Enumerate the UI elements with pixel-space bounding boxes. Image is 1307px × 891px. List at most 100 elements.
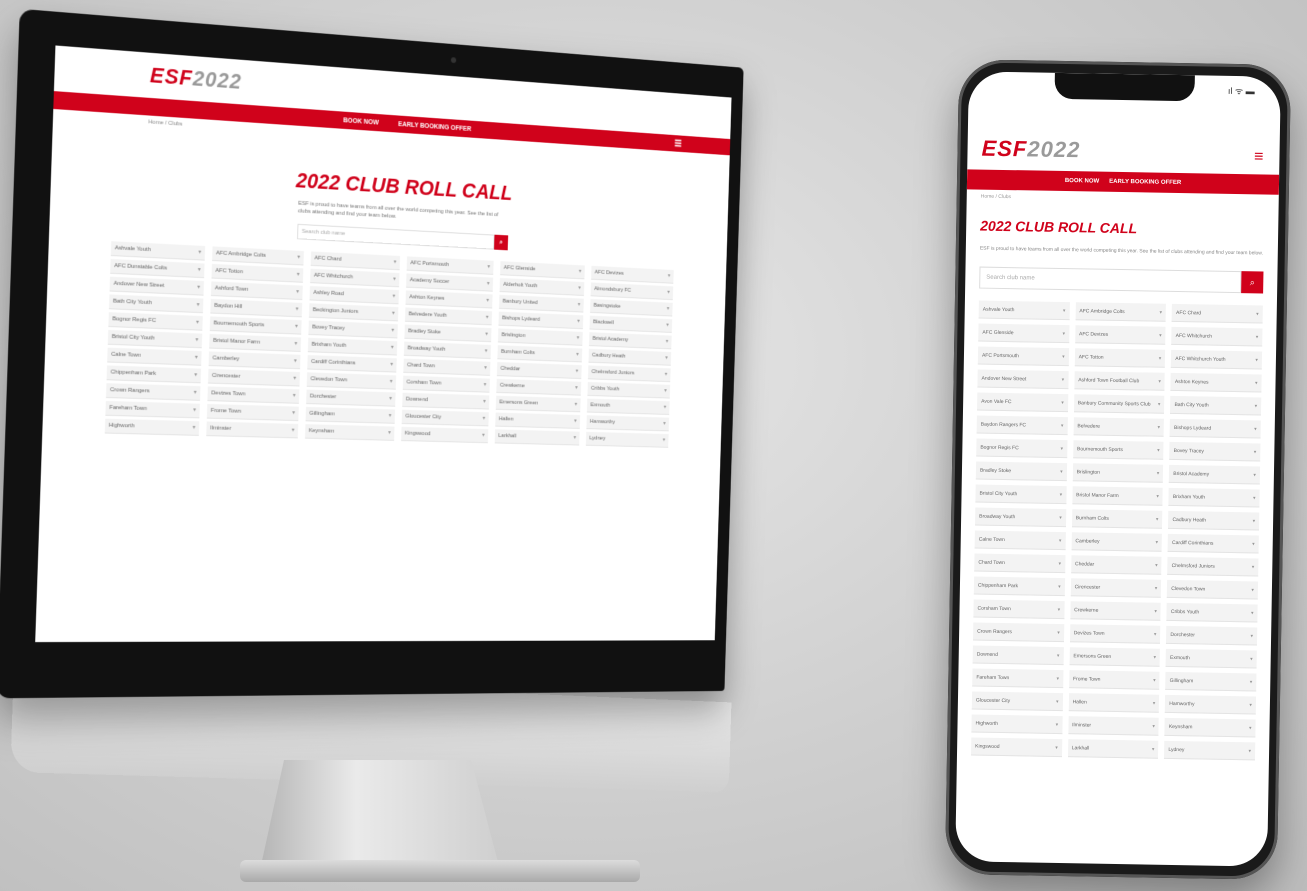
club-dropdown-item[interactable]: Chard Town ▾ xyxy=(403,358,491,376)
club-dropdown-item[interactable]: Belvedere Youth ▾ xyxy=(404,307,493,325)
search-icon[interactable]: ⌕ xyxy=(494,234,509,250)
club-dropdown-item[interactable]: Lydney ▾ xyxy=(1164,740,1256,761)
search-input[interactable]: Search club name xyxy=(297,223,495,250)
club-dropdown-item[interactable]: Keynsham ▾ xyxy=(304,423,395,441)
club-dropdown-item[interactable]: Devizes Town ▾ xyxy=(207,386,300,404)
club-dropdown-item[interactable]: Dorchester ▾ xyxy=(1166,625,1258,646)
club-dropdown-item[interactable]: AFC Ambridge Colts ▾ xyxy=(212,246,304,266)
club-dropdown-item[interactable]: Almondsbury FC ▾ xyxy=(590,282,674,300)
club-dropdown-item[interactable]: AFC Devizes ▾ xyxy=(591,265,674,284)
nav-book-now[interactable]: BOOK NOW xyxy=(1065,178,1099,185)
club-dropdown-item[interactable]: Andover New Street ▾ xyxy=(109,276,204,296)
nav-book-now[interactable]: BOOK NOW xyxy=(343,117,379,126)
club-dropdown-item[interactable]: Hamworthy ▾ xyxy=(586,414,670,431)
club-dropdown-item[interactable]: Bristol City Youth ▾ xyxy=(107,329,203,348)
club-dropdown-item[interactable]: Gillingham ▾ xyxy=(1165,671,1257,692)
club-dropdown-item[interactable]: Chelmsford Juniors ▾ xyxy=(587,365,671,382)
club-dropdown-item[interactable]: Corsham Town ▾ xyxy=(402,375,490,393)
club-dropdown-item[interactable]: Alderholt Youth ▾ xyxy=(499,277,585,296)
club-dropdown-item[interactable]: Blackwell ▾ xyxy=(589,315,673,333)
club-dropdown-item[interactable]: Hallen ▾ xyxy=(495,412,581,429)
club-dropdown-item[interactable]: AFC Glenside ▾ xyxy=(978,323,1070,344)
club-dropdown-item[interactable]: Cardiff Corinthians ▾ xyxy=(307,354,397,373)
club-dropdown-item[interactable]: Bristol City Youth ▾ xyxy=(975,484,1067,505)
club-dropdown-item[interactable]: Bishops Lydeard ▾ xyxy=(1169,418,1261,439)
club-dropdown-item[interactable]: Belvedere ▾ xyxy=(1073,417,1165,437)
club-dropdown-item[interactable]: AFC Whitchurch ▾ xyxy=(1171,326,1263,347)
club-dropdown-item[interactable]: Keynsham ▾ xyxy=(1164,717,1256,738)
club-dropdown-item[interactable]: Camberley ▾ xyxy=(1071,532,1163,552)
club-dropdown-item[interactable]: AFC Devizes ▾ xyxy=(1074,325,1166,345)
club-dropdown-item[interactable]: Cheddar ▾ xyxy=(1070,555,1162,575)
club-dropdown-item[interactable]: Larkhall ▾ xyxy=(494,428,580,446)
club-dropdown-item[interactable]: Ashvale Youth ▾ xyxy=(110,240,206,261)
club-dropdown-item[interactable]: AFC Chard ▾ xyxy=(310,251,401,270)
club-dropdown-item[interactable]: Larkhall ▾ xyxy=(1067,739,1159,759)
club-dropdown-item[interactable]: Bournemouth Sports ▾ xyxy=(209,316,302,335)
club-dropdown-item[interactable]: Calne Town ▾ xyxy=(974,530,1066,551)
club-dropdown-item[interactable]: Andover New Street ▾ xyxy=(977,369,1069,390)
club-dropdown-item[interactable]: Fareham Town ▾ xyxy=(105,400,200,418)
hamburger-icon[interactable]: ☰ xyxy=(674,138,682,149)
club-dropdown-item[interactable]: Bath City Youth ▾ xyxy=(108,294,204,313)
club-dropdown-item[interactable]: Exmouth ▾ xyxy=(1165,648,1257,669)
club-dropdown-item[interactable]: Hallen ▾ xyxy=(1068,693,1160,713)
club-dropdown-item[interactable]: Gloucester City ▾ xyxy=(401,409,489,426)
club-dropdown-item[interactable]: Clevedon Town ▾ xyxy=(1167,579,1259,600)
club-dropdown-item[interactable]: Ashford Town ▾ xyxy=(210,281,303,300)
club-dropdown-item[interactable]: Chard Town ▾ xyxy=(974,553,1066,574)
club-dropdown-item[interactable]: Brixham Youth ▾ xyxy=(1168,487,1260,508)
club-dropdown-item[interactable]: Baydon Rangers FC ▾ xyxy=(976,415,1068,436)
club-dropdown-item[interactable]: Corsham Town ▾ xyxy=(973,599,1065,620)
club-dropdown-item[interactable]: Burnham Colts ▾ xyxy=(497,344,583,363)
site-logo[interactable]: ESF2022 xyxy=(150,63,243,95)
club-dropdown-item[interactable]: AFC Whitchurch Youth ▾ xyxy=(1171,349,1263,370)
club-dropdown-item[interactable]: Cribbs Youth ▾ xyxy=(1166,602,1258,623)
club-dropdown-item[interactable]: Camberley ▾ xyxy=(208,351,301,369)
club-dropdown-item[interactable]: Beckington Juniors ▾ xyxy=(308,302,399,321)
club-dropdown-item[interactable]: Emersons Green ▾ xyxy=(495,395,581,412)
club-dropdown-item[interactable]: AFC Chard ▾ xyxy=(1171,303,1263,324)
club-dropdown-item[interactable]: Downend ▾ xyxy=(402,392,490,410)
club-dropdown-item[interactable]: AFC Dunstable Colts ▾ xyxy=(110,258,205,278)
club-dropdown-item[interactable]: Chippenham Park ▾ xyxy=(106,365,202,383)
club-dropdown-item[interactable]: Ashvale Youth ▾ xyxy=(978,300,1070,321)
club-dropdown-item[interactable]: Bath City Youth ▾ xyxy=(1170,395,1262,416)
club-dropdown-item[interactable]: Cheddar ▾ xyxy=(496,361,582,379)
club-dropdown-item[interactable]: Emersons Green ▾ xyxy=(1069,647,1161,667)
club-dropdown-item[interactable]: AFC Ambridge Colts ▾ xyxy=(1075,302,1167,322)
mobile-logo[interactable]: ESF2022 xyxy=(981,136,1080,164)
club-dropdown-item[interactable]: Cribbs Youth ▾ xyxy=(587,381,671,399)
club-dropdown-item[interactable]: Frome Town ▾ xyxy=(206,403,299,421)
club-dropdown-item[interactable]: Brislington ▾ xyxy=(1072,463,1164,483)
club-dropdown-item[interactable]: Broadway Youth ▾ xyxy=(403,341,491,359)
club-dropdown-item[interactable]: Basingstoke ▾ xyxy=(590,298,673,317)
club-dropdown-item[interactable]: Exmouth ▾ xyxy=(586,398,670,415)
club-dropdown-item[interactable]: AFC Portsmouth ▾ xyxy=(406,255,494,275)
club-dropdown-item[interactable]: Calne Town ▾ xyxy=(107,347,202,366)
club-dropdown-item[interactable]: Gillingham ▾ xyxy=(305,406,396,424)
club-dropdown-item[interactable]: Dorchester ▾ xyxy=(306,389,396,407)
hamburger-icon[interactable]: ≡ xyxy=(1254,148,1264,166)
club-dropdown-item[interactable]: Cadbury Heath ▾ xyxy=(588,348,672,366)
club-dropdown-item[interactable]: Lydney ▾ xyxy=(585,431,669,448)
club-dropdown-item[interactable]: Cardiff Corinthians ▾ xyxy=(1167,533,1259,554)
club-dropdown-item[interactable]: Highworth ▾ xyxy=(104,418,200,436)
club-dropdown-item[interactable]: Brixham Youth ▾ xyxy=(307,337,398,356)
club-dropdown-item[interactable]: Kingswood ▾ xyxy=(970,737,1062,758)
club-dropdown-item[interactable]: Frome Town ▾ xyxy=(1068,670,1160,690)
club-dropdown-item[interactable]: AFC Glenside ▾ xyxy=(500,260,585,279)
club-dropdown-item[interactable]: Cadbury Heath ▾ xyxy=(1168,510,1260,531)
club-dropdown-item[interactable]: Bristol Manor Farm ▾ xyxy=(209,333,302,352)
club-dropdown-item[interactable]: Crewkerne ▾ xyxy=(496,378,582,396)
club-dropdown-item[interactable]: Cirencester ▾ xyxy=(1070,578,1162,598)
club-dropdown-item[interactable]: Crown Rangers ▾ xyxy=(972,622,1064,643)
search-input[interactable]: Search club name xyxy=(979,266,1242,294)
club-dropdown-item[interactable]: Hamworthy ▾ xyxy=(1165,694,1257,715)
club-dropdown-item[interactable]: Gloucester City ▾ xyxy=(971,691,1063,712)
club-dropdown-item[interactable]: Banbury United ▾ xyxy=(498,294,584,313)
club-dropdown-item[interactable]: Brislington ▾ xyxy=(497,328,583,346)
club-dropdown-item[interactable]: Academy Soccer ▾ xyxy=(406,273,494,292)
club-dropdown-item[interactable]: Fareham Town ▾ xyxy=(972,668,1064,689)
club-dropdown-item[interactable]: Broadway Youth ▾ xyxy=(975,507,1066,528)
